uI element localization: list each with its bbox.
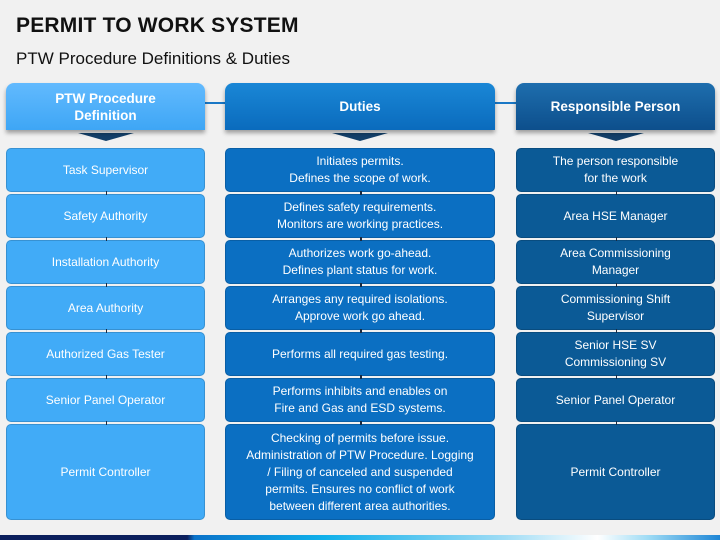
row-connector [615,421,617,425]
row-connector [105,329,107,333]
column-header-definition: PTW Procedure Definition [6,83,205,130]
column-header-duties: Duties [225,83,495,130]
duties-row: Authorizes work go-ahead. Defines plant … [225,240,495,284]
column-header-responsible: Responsible Person [516,83,715,130]
column-responsible: Responsible Person The person responsibl… [516,83,715,520]
responsible-row: Senior HSE SV Commissioning SV [516,332,715,376]
page-title: PERMIT TO WORK SYSTEM [16,14,299,37]
definition-row: Permit Controller [6,424,205,520]
row-connector [360,421,362,425]
bottom-decorative-bar [0,535,720,540]
row-connector [105,237,107,241]
responsible-row: Permit Controller [516,424,715,520]
row-connector [105,375,107,379]
definition-row: Installation Authority [6,240,205,284]
responsible-row: The person responsible for the work [516,148,715,192]
definition-row: Authorized Gas Tester [6,332,205,376]
down-arrow-icon [587,133,644,141]
column-duties: Duties Initiates permits. Defines the sc… [225,83,495,520]
row-connector [360,237,362,241]
header-connector-1 [205,102,225,104]
page-subtitle: PTW Procedure Definitions & Duties [16,49,290,68]
column-definition: PTW Procedure Definition Task Supervisor… [6,83,205,520]
row-connector [360,191,362,195]
definition-row: Safety Authority [6,194,205,238]
row-connector [360,329,362,333]
definition-row: Task Supervisor [6,148,205,192]
duties-row: Defines safety requirements. Monitors ar… [225,194,495,238]
row-connector [105,191,107,195]
duties-row: Performs all required gas testing. [225,332,495,376]
row-connector [615,329,617,333]
row-connector [615,191,617,195]
row-connector [105,421,107,425]
responsible-row: Senior Panel Operator [516,378,715,422]
row-connector [105,283,107,287]
duties-row: Checking of permits before issue. Admini… [225,424,495,520]
duties-row: Initiates permits. Defines the scope of … [225,148,495,192]
duties-row: Arranges any required isolations. Approv… [225,286,495,330]
responsible-row: Area HSE Manager [516,194,715,238]
responsible-row: Area Commissioning Manager [516,240,715,284]
row-connector [360,375,362,379]
down-arrow-icon [332,133,388,141]
row-connector [615,375,617,379]
responsible-row: Commissioning Shift Supervisor [516,286,715,330]
definition-row: Senior Panel Operator [6,378,205,422]
row-connector [615,283,617,287]
definition-row: Area Authority [6,286,205,330]
down-arrow-icon [77,133,134,141]
duties-row: Performs inhibits and enables on Fire an… [225,378,495,422]
row-connector [615,237,617,241]
header-connector-2 [495,102,516,104]
row-connector [360,283,362,287]
